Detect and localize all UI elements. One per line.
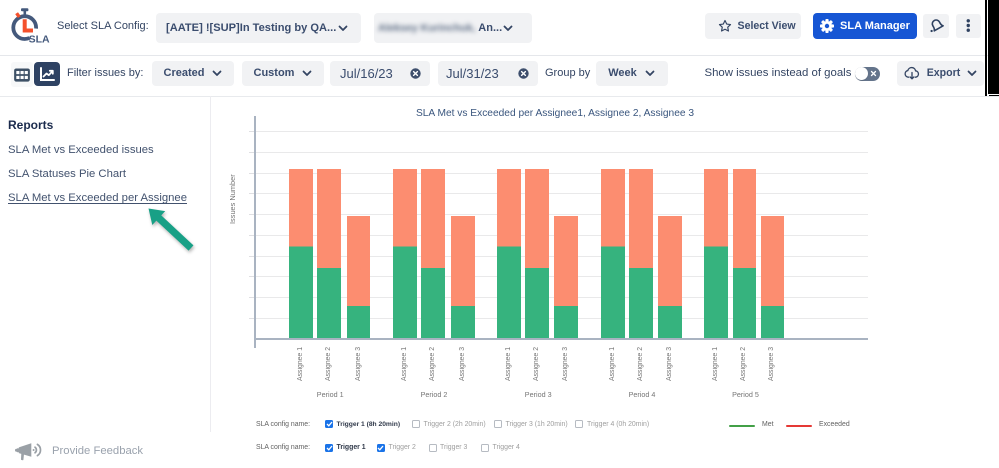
svg-text:SLA: SLA	[29, 33, 50, 45]
